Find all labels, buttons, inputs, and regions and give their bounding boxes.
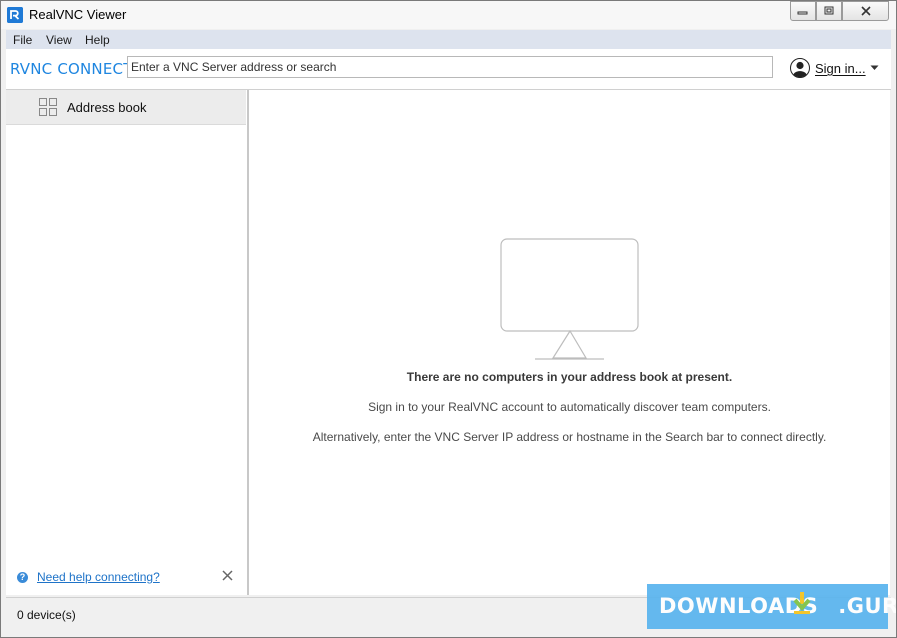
monitor-icon xyxy=(500,238,639,360)
help-bar: ? Need help connecting? xyxy=(6,562,246,594)
realvnc-app-icon xyxy=(7,7,23,23)
address-book-tab[interactable]: Address book xyxy=(6,90,246,125)
search-input[interactable] xyxy=(127,56,773,78)
question-icon: ? xyxy=(17,572,28,583)
minimize-icon xyxy=(797,11,808,15)
vnc-connect-logo: RVNC CONNECT xyxy=(10,60,133,78)
grid-icon xyxy=(39,98,57,116)
minimize-button[interactable] xyxy=(790,1,816,21)
title-bar[interactable]: RealVNC Viewer xyxy=(1,1,896,29)
menu-file[interactable]: File xyxy=(13,33,32,47)
restore-icon xyxy=(824,6,834,15)
watermark-text-right: .GURU xyxy=(838,594,896,618)
main-content: There are no computers in your address b… xyxy=(249,90,890,595)
empty-state-title: There are no computers in your address b… xyxy=(406,370,733,384)
close-window-button[interactable] xyxy=(842,1,889,21)
menu-bar: File View Help xyxy=(6,30,891,49)
menu-view[interactable]: View xyxy=(46,33,72,47)
restore-button[interactable] xyxy=(816,1,842,21)
empty-state-line-1: Sign in to your RealVNC account to autom… xyxy=(368,400,771,414)
address-book-label: Address book xyxy=(67,100,147,115)
menu-help[interactable]: Help xyxy=(85,33,110,47)
sign-in-label: Sign in... xyxy=(815,61,866,76)
close-icon xyxy=(860,6,871,16)
empty-state-line-2: Alternatively, enter the VNC Server IP a… xyxy=(312,430,827,444)
sidebar: Address book ? Need help connecting? xyxy=(6,90,249,595)
watermark-text: DOWNLOADS.GURU xyxy=(659,594,896,618)
app-window: RealVNC Viewer File View Help RVNC CONNE… xyxy=(0,0,897,638)
toolbar: RVNC CONNECT Sign in... xyxy=(6,49,891,90)
user-avatar-icon xyxy=(790,58,810,78)
watermark-logo: DOWNLOADS.GURU xyxy=(647,584,896,629)
chevron-down-icon[interactable] xyxy=(870,65,879,71)
need-help-link[interactable]: Need help connecting? xyxy=(37,570,160,584)
device-count: 0 device(s) xyxy=(17,608,76,622)
download-arrow-icon xyxy=(793,592,811,614)
close-icon[interactable] xyxy=(222,570,233,581)
window-title: RealVNC Viewer xyxy=(29,7,127,22)
